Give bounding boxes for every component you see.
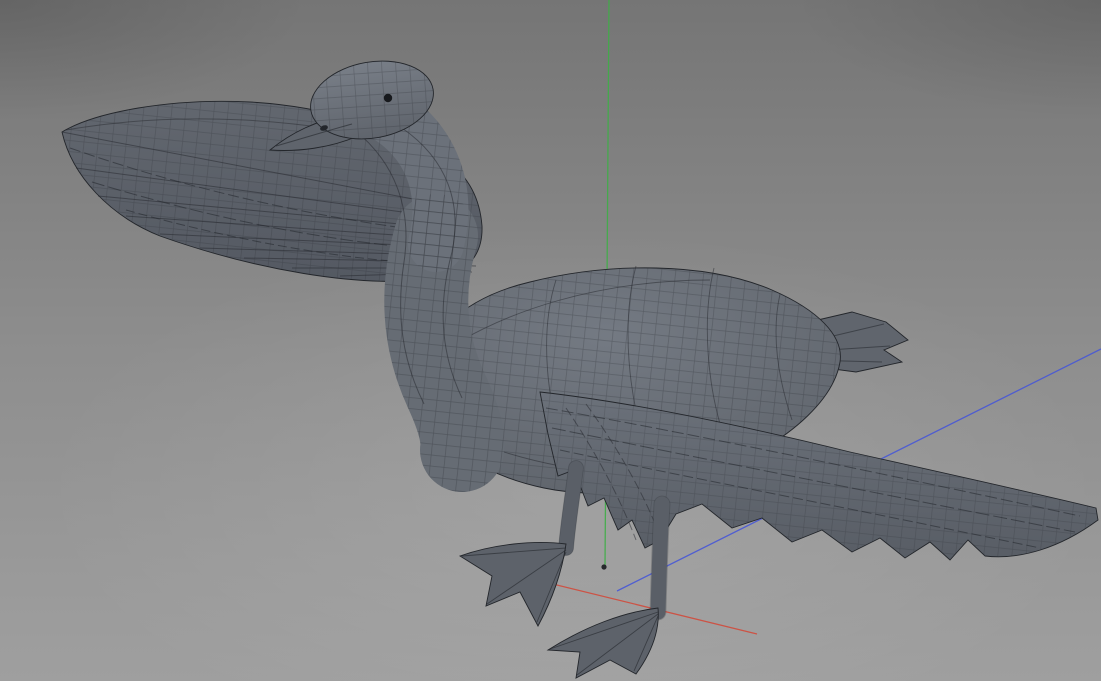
scene-svg — [61, 0, 1101, 679]
eye — [383, 93, 393, 103]
goose-model[interactable] — [61, 52, 1099, 679]
near-wing[interactable] — [539, 391, 1099, 561]
right-leg[interactable] — [650, 496, 670, 620]
viewport-3d[interactable] — [0, 0, 1101, 681]
right-foot[interactable] — [546, 607, 659, 679]
near-wing-mesh — [540, 392, 1098, 560]
origin-dot — [601, 564, 607, 570]
